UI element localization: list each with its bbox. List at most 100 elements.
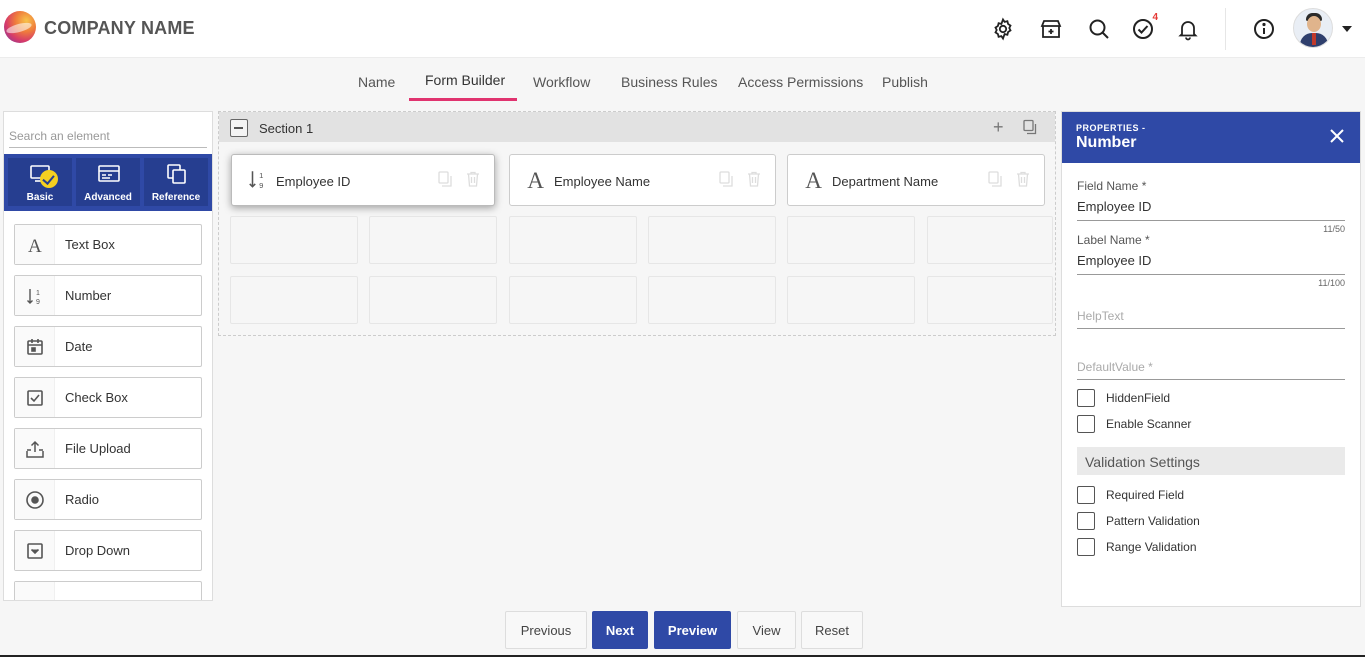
collapse-section-button[interactable]	[230, 119, 248, 137]
tab-access-permissions[interactable]: Access Permissions	[738, 74, 863, 90]
header-divider	[1225, 8, 1226, 50]
settings-icon[interactable]	[990, 16, 1016, 42]
category-bar: Basic Advanced Reference	[4, 154, 212, 211]
form-canvas: Section 1 + 19 Employee ID A Employee Na…	[218, 111, 1056, 336]
drop-slot[interactable]	[369, 276, 497, 324]
tab-publish[interactable]: Publish	[882, 74, 928, 90]
field-name-input[interactable]: Employee ID	[1077, 199, 1151, 214]
properties-panel: PROPERTIES - Number Field Name * Employe…	[1061, 111, 1361, 607]
preview-button[interactable]: Preview	[654, 611, 731, 649]
svg-text:A: A	[805, 168, 822, 190]
properties-header: PROPERTIES - Number	[1062, 112, 1360, 163]
range-validation-checkbox[interactable]: Range Validation	[1077, 538, 1197, 556]
category-advanced[interactable]: Advanced	[76, 158, 140, 206]
drop-slot[interactable]	[509, 216, 637, 264]
field-label: Department Name	[832, 174, 939, 189]
card-icon	[98, 165, 120, 182]
help-text-input[interactable]: HelpText	[1077, 309, 1124, 323]
properties-subtitle: PROPERTIES -	[1076, 123, 1146, 133]
duplicate-section-icon[interactable]	[1022, 119, 1038, 135]
drop-slot[interactable]	[787, 276, 915, 324]
default-value-input[interactable]: DefaultValue *	[1077, 360, 1153, 374]
palette-item-text-box[interactable]: A Text Box	[14, 224, 202, 265]
field-name-counter: 11/50	[1323, 224, 1345, 234]
svg-text:1: 1	[259, 171, 263, 180]
drop-slot[interactable]	[230, 276, 358, 324]
builder-tabs: Name Form Builder Workflow Business Rule…	[0, 59, 1365, 103]
field-label: Employee Name	[554, 174, 651, 189]
palette-item-radio[interactable]: Radio	[14, 479, 202, 520]
previous-button[interactable]: Previous	[505, 611, 587, 649]
upload-icon	[15, 429, 55, 468]
view-button[interactable]: View	[737, 611, 796, 649]
label-name-input[interactable]: Employee ID	[1077, 253, 1151, 268]
label-name-label: Label Name *	[1077, 233, 1150, 247]
section-header: Section 1 +	[219, 112, 1055, 142]
chevron-down-icon[interactable]	[1342, 26, 1352, 32]
copy-icon[interactable]	[986, 170, 1004, 188]
drop-slot[interactable]	[648, 276, 776, 324]
copy-icon	[167, 164, 186, 184]
svg-text:9: 9	[36, 299, 40, 306]
field-label: Employee ID	[276, 174, 351, 189]
copy-icon[interactable]	[436, 170, 454, 188]
form-field-department-name[interactable]: A Department Name	[787, 154, 1045, 206]
label-name-counter: 11/100	[1318, 278, 1345, 288]
drop-slot[interactable]	[509, 276, 637, 324]
search-icon[interactable]	[1086, 16, 1112, 42]
svg-text:A: A	[28, 236, 42, 255]
form-field-employee-name[interactable]: A Employee Name	[509, 154, 776, 206]
tab-business-rules[interactable]: Business Rules	[621, 74, 718, 90]
store-icon[interactable]	[1038, 16, 1064, 42]
drop-slot[interactable]	[230, 216, 358, 264]
company-name: COMPANY NAME	[44, 18, 195, 38]
bell-icon[interactable]	[1175, 16, 1201, 42]
palette-item-more[interactable]	[14, 581, 202, 600]
hidden-field-checkbox[interactable]: HiddenField	[1077, 389, 1170, 407]
palette-item-file-upload[interactable]: File Upload	[14, 428, 202, 469]
element-palette: Basic Advanced Reference A Text Box 19 N…	[3, 111, 213, 601]
form-field-employee-id[interactable]: 19 Employee ID	[231, 154, 495, 206]
palette-item-number[interactable]: 19 Number	[14, 275, 202, 316]
user-avatar[interactable]	[1293, 8, 1333, 48]
trash-icon[interactable]	[745, 170, 763, 188]
palette-item-drop-down[interactable]: Drop Down	[14, 530, 202, 571]
add-icon[interactable]: +	[993, 118, 1004, 136]
palette-item-date[interactable]: Date	[14, 326, 202, 367]
trash-icon[interactable]	[464, 170, 482, 188]
company-logo[interactable]	[4, 11, 36, 43]
tab-workflow[interactable]: Workflow	[533, 74, 590, 90]
validation-settings-header: Validation Settings	[1077, 447, 1345, 475]
number-icon: 19	[15, 276, 55, 315]
svg-text:A: A	[527, 168, 544, 190]
properties-title: Number	[1076, 134, 1137, 151]
drop-slot[interactable]	[369, 216, 497, 264]
reset-button[interactable]: Reset	[801, 611, 863, 649]
drop-slot[interactable]	[927, 216, 1053, 264]
copy-icon[interactable]	[717, 170, 735, 188]
palette-item-check-box[interactable]: Check Box	[14, 377, 202, 418]
tab-form-builder[interactable]: Form Builder	[425, 72, 505, 88]
text-icon: A	[805, 168, 822, 190]
tasks-badge: 4	[1152, 12, 1158, 23]
next-button[interactable]: Next	[592, 611, 648, 649]
info-icon[interactable]	[1251, 16, 1277, 42]
required-field-checkbox[interactable]: Required Field	[1077, 486, 1184, 504]
close-icon[interactable]	[1328, 127, 1346, 145]
tasks-icon[interactable]: 4	[1130, 12, 1158, 42]
category-reference[interactable]: Reference	[144, 158, 208, 206]
active-tab-indicator	[409, 98, 517, 101]
app-header: COMPANY NAME 4	[0, 0, 1365, 58]
pattern-validation-checkbox[interactable]: Pattern Validation	[1077, 512, 1200, 530]
tab-name[interactable]: Name	[358, 74, 395, 90]
enable-scanner-checkbox[interactable]: Enable Scanner	[1077, 415, 1191, 433]
drop-slot[interactable]	[787, 216, 915, 264]
radio-icon	[15, 480, 55, 519]
text-icon: A	[527, 168, 544, 190]
trash-icon[interactable]	[1014, 170, 1032, 188]
dropdown-icon	[15, 531, 55, 570]
category-basic[interactable]: Basic	[8, 158, 72, 206]
element-search-input[interactable]	[9, 124, 207, 148]
drop-slot[interactable]	[648, 216, 776, 264]
drop-slot[interactable]	[927, 276, 1053, 324]
